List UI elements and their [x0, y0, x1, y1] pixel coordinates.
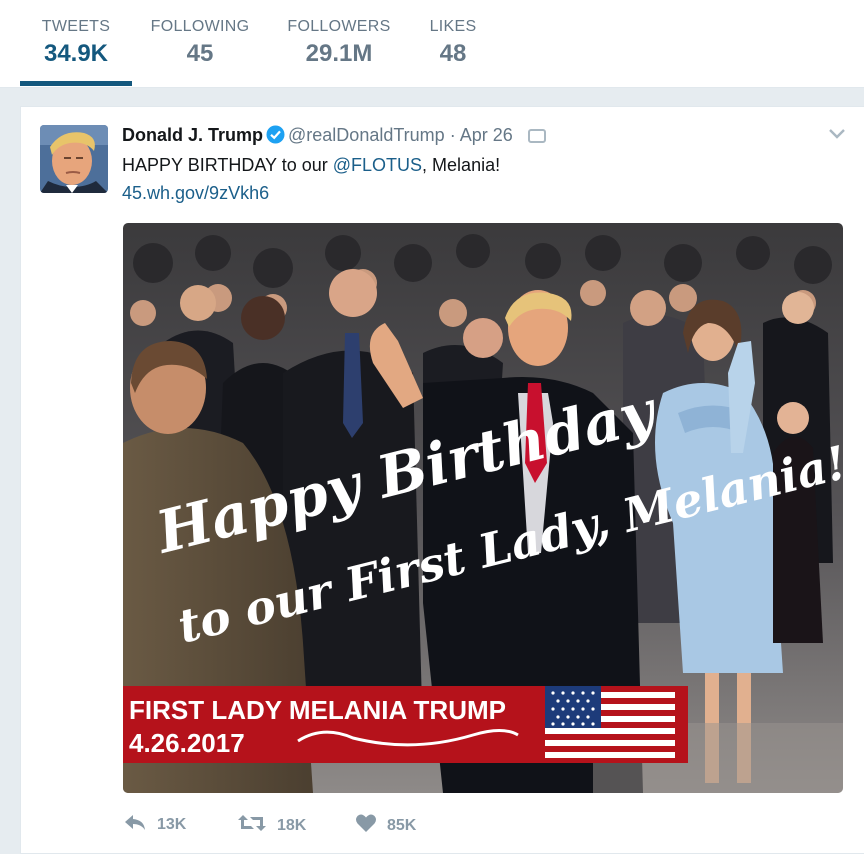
tweet-photo[interactable]: Happy Birthday to our First Lady, Melani… [123, 223, 843, 793]
mention-link[interactable]: @FLOTUS [333, 155, 422, 175]
tweet-url-link[interactable]: 45.wh.gov/9zVkh6 [122, 183, 269, 204]
retweet-button[interactable]: 18K [237, 813, 306, 838]
retweet-count: 18K [277, 816, 307, 834]
tweet-card[interactable]: Donald J. Trump @realDonaldTrump · Apr 26… [20, 106, 864, 854]
active-tab-underline [20, 81, 132, 86]
separator-dot: · [449, 125, 456, 145]
banner-date: 4.26.2017 [129, 728, 245, 758]
stat-tweets-label: TWEETS [41, 18, 111, 35]
stat-tweets[interactable]: TWEETS 34.9K [20, 18, 132, 68]
stat-followers-label: FOLLOWERS [287, 18, 391, 35]
stat-followers[interactable]: FOLLOWERS 29.1M [285, 18, 393, 68]
stat-following-label: FOLLOWING [150, 18, 250, 35]
stat-followers-value: 29.1M [305, 40, 373, 67]
chevron-down-icon[interactable] [828, 127, 846, 145]
tweet-text-after: , Melania! [422, 155, 501, 175]
stat-following-value: 45 [186, 40, 214, 67]
media-icon [527, 129, 546, 143]
banner-title: FIRST LADY MELANIA TRUMP [129, 695, 506, 725]
tweet-timestamp[interactable]: Apr 26 [460, 125, 513, 145]
tweet-text: HAPPY BIRTHDAY to our @FLOTUS, Melania! [122, 155, 500, 176]
heart-icon [355, 813, 377, 838]
reply-count: 13K [157, 815, 187, 833]
tweet-header: Donald J. Trump @realDonaldTrump · Apr 26 [122, 125, 546, 149]
author-handle[interactable]: @realDonaldTrump [288, 125, 445, 145]
tweet-text-before: HAPPY BIRTHDAY to our [122, 155, 333, 175]
like-count: 85K [387, 816, 417, 834]
retweet-icon [237, 813, 267, 838]
stat-likes[interactable]: LIKES 48 [420, 18, 486, 68]
author-fullname[interactable]: Donald J. Trump [122, 125, 263, 145]
verified-badge-icon [266, 125, 285, 149]
stat-tweets-value: 34.9K [43, 40, 109, 67]
like-button[interactable]: 85K [355, 813, 416, 838]
us-flag-icon [545, 686, 675, 763]
avatar[interactable] [40, 125, 108, 193]
stat-likes-label: LIKES [429, 18, 477, 35]
reply-icon [123, 813, 147, 836]
reply-button[interactable]: 13K [123, 813, 186, 836]
profile-stats-bar: TWEETS 34.9K FOLLOWING 45 FOLLOWERS 29.1… [0, 0, 864, 88]
stat-likes-value: 48 [439, 40, 467, 67]
stat-following[interactable]: FOLLOWING 45 [150, 18, 250, 68]
